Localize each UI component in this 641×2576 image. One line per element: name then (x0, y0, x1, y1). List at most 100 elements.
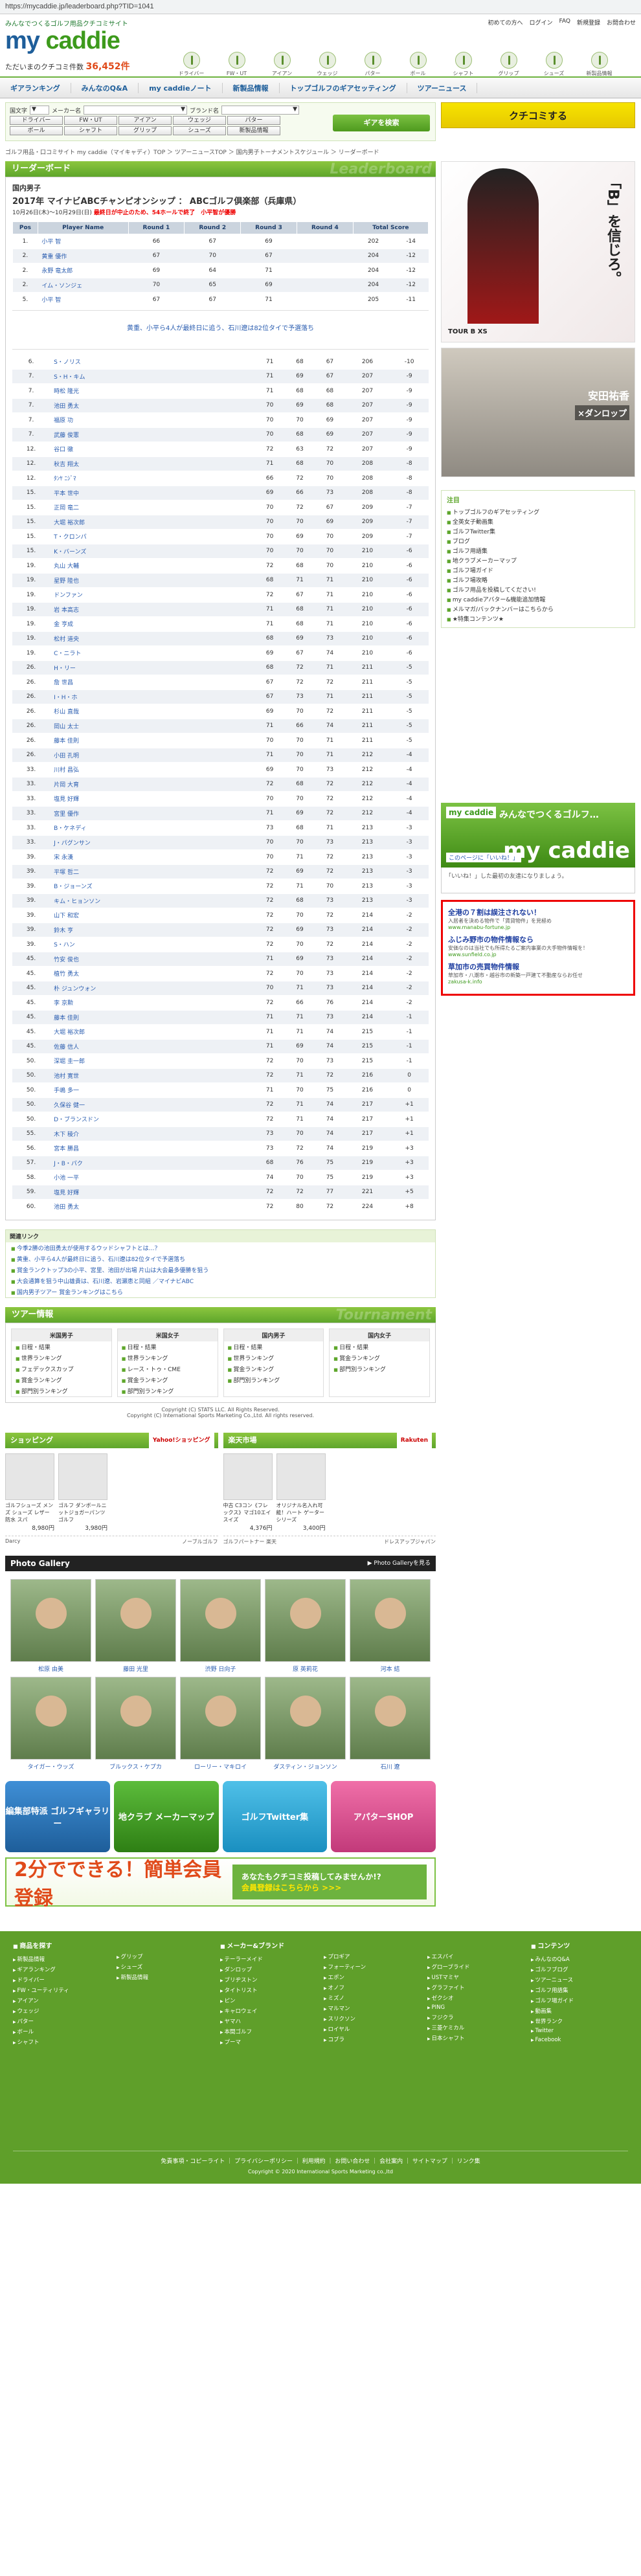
player-link[interactable]: 武藤 俊憲 (54, 432, 79, 439)
product-item[interactable]: ゴルフ ダンボールニットジョガーパンツ ゴルフ 3,980円 (58, 1453, 107, 1532)
breadcrumb[interactable]: ゴルフ用品・口コミサイト my caddie（マイキャディ）TOP ＞ ツアーニ… (5, 148, 636, 156)
footer-link[interactable]: ミズノ (324, 1993, 421, 2003)
category-6[interactable]: シャフト (442, 52, 485, 77)
text-ad[interactable]: 全港の７割は誤注されない！ 入居者を決める物件で「賃貸物件」を見極め www.man… (448, 907, 628, 930)
player-link[interactable]: 池田 勇太 (54, 403, 79, 410)
nav-item[interactable]: トップゴルフのギアセッティング (280, 82, 407, 93)
player-link[interactable]: 秋吉 翔太 (54, 462, 79, 468)
player-link[interactable]: 金 亨成 (54, 622, 73, 628)
footer-link[interactable]: ドライバー (13, 1975, 110, 1985)
leaderboard-note-link[interactable]: 黄重、小平ら4人が最終日に追う、石川遼は82位タイで予選落ち (12, 309, 429, 350)
player-link[interactable]: 平本 世中 (54, 491, 79, 497)
player-link[interactable]: 杉山 直哉 (54, 709, 79, 715)
player-link[interactable]: 小平 智 (41, 239, 61, 245)
featured-link[interactable]: ブログ (447, 536, 629, 546)
toplink[interactable]: ログイン (530, 18, 553, 27)
player-link[interactable]: 朴 ジュンウォン (54, 986, 96, 992)
footer-link[interactable]: スリクソン (324, 2013, 421, 2024)
related-link[interactable]: 今季2勝の池田勇太が使用するウッドシャフトとは…？ (17, 1246, 161, 1252)
related-link[interactable]: 賞金ランクトップ3の小平、宮里、池田が出場 片山は大会最多優勝を狙う (17, 1268, 209, 1274)
nav-item[interactable]: ギアランキング (0, 82, 71, 93)
site-logo[interactable]: my caddie (5, 27, 120, 55)
text-ad[interactable]: ふじみ野市の物件情報なら 安価なのは当社でも所得たるご案内事業の大手物件情報を！ w… (448, 934, 628, 958)
category-button[interactable]: ボール (10, 126, 63, 135)
footer-link[interactable]: ギアランキング (13, 1964, 110, 1975)
footer-link[interactable]: Twitter (531, 2026, 628, 2035)
related-item[interactable]: 国内男子ツアー 賞金ランキングはこちら (6, 1286, 435, 1297)
category-button[interactable]: パター (227, 116, 280, 125)
player-link[interactable]: S・ハン (54, 942, 75, 948)
player-link[interactable]: I・H・ホ (54, 695, 77, 701)
shop-logo[interactable]: Rakuten (396, 1431, 432, 1449)
tour-link[interactable]: フェデックスカップ (12, 1363, 111, 1374)
tour-link[interactable]: 世界ランキング (224, 1352, 324, 1363)
footer-link[interactable]: 世界ランク (531, 2016, 628, 2026)
tour-link[interactable]: 部門別ランキング (118, 1385, 218, 1396)
player-link[interactable]: 永野 竜太郎 (41, 268, 73, 274)
related-link[interactable]: 国内男子ツアー 賞金ランキングはこちら (17, 1290, 123, 1296)
player-link[interactable]: 宋 永漢 (54, 855, 73, 861)
product-item[interactable]: オリジナル名入れ可能！ハート ゲーターシリーズ 3,400円 (276, 1453, 326, 1532)
product-item[interactable]: ゴルフシューズ メンズ シューズ レザー 防水 スパ 8,980円 (5, 1453, 54, 1532)
footer-link[interactable]: アイアン (13, 1995, 110, 2006)
featured-link[interactable]: 全英女子動画集 (447, 517, 629, 526)
player-link[interactable]: D・ブランスドン (54, 1117, 99, 1123)
brand-select[interactable]: ▼ (221, 106, 300, 115)
banner-avatar-shop[interactable]: アパターSHOP (331, 1780, 436, 1852)
category-0[interactable]: ドライバー (170, 52, 213, 77)
featured-link[interactable]: ゴルフ用品を投稿してください! (447, 585, 629, 594)
player-link[interactable]: 植竹 勇太 (54, 971, 79, 978)
footer-link[interactable]: 日本シャフト (427, 2033, 524, 2043)
category-4[interactable]: パター (351, 52, 394, 77)
footer-link[interactable]: ゼクシオ (427, 1993, 524, 2003)
footer-link[interactable]: フォーティーン (324, 1962, 421, 1972)
category-button[interactable]: シャフト (64, 126, 117, 135)
initial-select[interactable]: ▼ (30, 106, 50, 115)
category-button[interactable]: ウェッジ (173, 116, 226, 125)
player-link[interactable]: 宮里 優作 (54, 811, 79, 818)
player-link[interactable]: 片岡 大育 (54, 782, 79, 789)
footer-link[interactable]: ブリヂストン (220, 1975, 317, 1985)
gallery-photo[interactable]: 藤田 光里 (95, 1578, 176, 1673)
player-link[interactable]: H・リー (54, 666, 76, 672)
tour-link[interactable]: 日程・結果 (12, 1341, 111, 1352)
featured-link[interactable]: メルマガ/バックナンバーはこちらから (447, 604, 629, 614)
footer-link[interactable]: ツアーニュース (531, 1975, 628, 1985)
footer-link[interactable]: キャロウェイ (220, 2006, 317, 2016)
footer-link[interactable]: テーラーメイド (220, 1954, 317, 1964)
player-link[interactable]: キム・ヒョンソン (54, 899, 100, 905)
player-link[interactable]: 小池 一平 (54, 1175, 79, 1182)
related-item[interactable]: 黄重、小平ら4人が最終日に追う、石川遼は82位タイで予選落ち (6, 1253, 435, 1264)
category-9[interactable]: 新製品情報 (578, 52, 621, 77)
featured-link[interactable]: トップゴルフのギアセッティング (447, 507, 629, 517)
footer-link[interactable]: グラファイト (427, 1982, 524, 1993)
related-link[interactable]: 黄重、小平ら4人が最終日に追う、石川遼は82位タイで予選落ち (17, 1257, 185, 1263)
footer-link[interactable]: 本間ゴルフ (220, 2026, 317, 2037)
footer-link[interactable]: 新製品情報 (117, 1972, 214, 1982)
player-link[interactable]: 丸山 大輔 (54, 563, 79, 570)
nav-item[interactable]: my caddieノート (139, 82, 223, 93)
gallery-photo[interactable]: 石川 遼 (350, 1676, 431, 1771)
featured-link[interactable]: ゴルフ場ガイド (447, 565, 629, 575)
footer-link[interactable]: 動画集 (531, 2006, 628, 2016)
featured-link[interactable]: ゴルフTwitter集 (447, 526, 629, 536)
player-link[interactable]: 塩見 好輝 (54, 1190, 79, 1196)
player-link[interactable]: 小田 孔明 (54, 753, 79, 759)
shop-store[interactable]: ノーブルゴルフ (182, 1538, 218, 1545)
tour-link[interactable]: 日程・結果 (224, 1341, 324, 1352)
player-link[interactable]: 黄重 優作 (41, 254, 67, 260)
player-link[interactable]: K・バーンズ (54, 549, 86, 555)
toplink[interactable]: 新規登録 (577, 18, 600, 27)
footer-link[interactable]: 新製品情報 (13, 1954, 110, 1964)
dunlop-ad[interactable]: 安田祐香 ×ダンロップ (441, 348, 635, 477)
footer-link[interactable]: みんなのQ&A (531, 1954, 628, 1964)
featured-link[interactable]: ゴルフ用語集 (447, 546, 629, 555)
tour-link[interactable]: 部門別ランキング (224, 1374, 324, 1385)
player-link[interactable]: 木下 稜介 (54, 1132, 79, 1138)
footer-link[interactable]: パター (13, 2016, 110, 2026)
category-3[interactable]: ウェッジ (306, 52, 349, 77)
player-link[interactable]: 李 京勲 (54, 1000, 73, 1007)
fb-like-button[interactable]: このページに「いいね！」 (446, 853, 521, 862)
register-banner[interactable]: 2分でできる！簡単会員登録 あなたもクチコミ投稿してみませんか!? 会員登録はこち… (5, 1857, 436, 1910)
footer-link[interactable]: グローブライド (427, 1962, 524, 1972)
